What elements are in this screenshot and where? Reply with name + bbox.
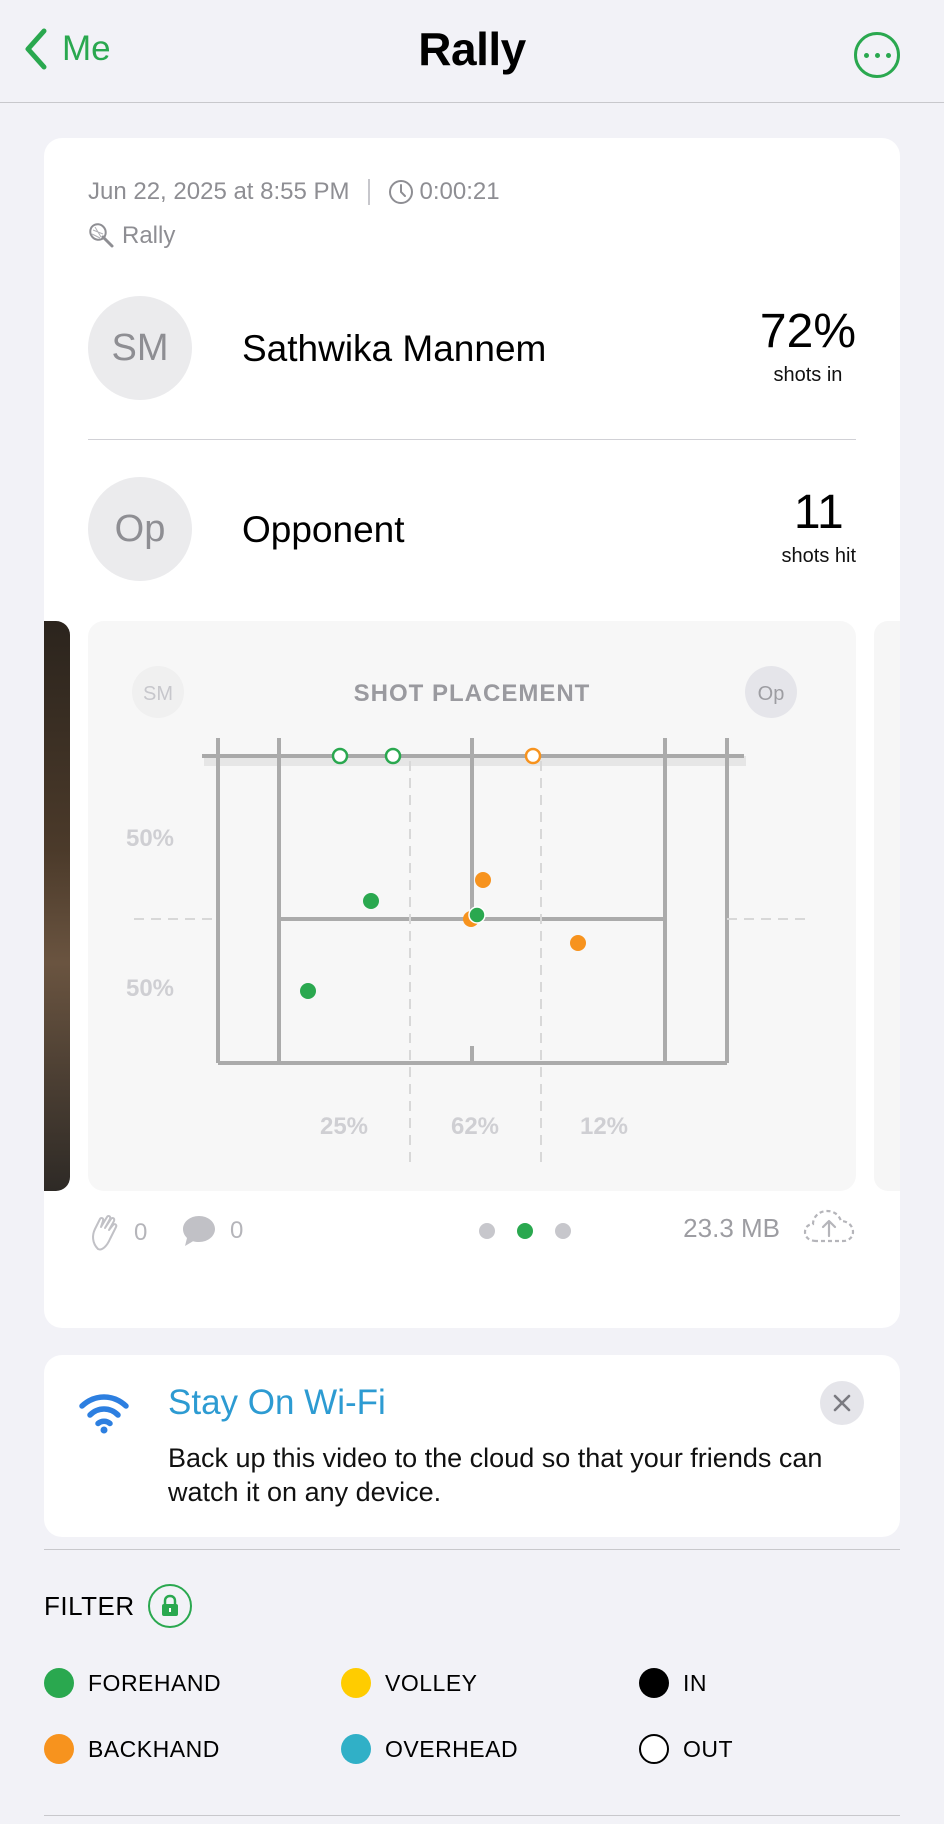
filter-backhand[interactable]: BACKHAND [44,1734,220,1764]
shot-marker-backhand [475,872,491,888]
shot-marker-forehand-out [384,747,402,765]
section-divider [44,1815,900,1816]
filter-label: OUT [683,1735,734,1762]
sport-tag-label: Rally [122,222,176,249]
nav-bar: Me Rally [0,0,944,103]
shot-marker-forehand [363,893,379,909]
shot-marker-forehand-out [331,747,349,765]
more-options-button[interactable] [854,32,900,78]
overhead-swatch [341,1734,371,1764]
avatar: SM [88,296,192,400]
filter-label: BACKHAND [88,1735,220,1762]
speech-bubble-icon [183,1216,215,1246]
shots-hit-label: shots hit [781,545,856,567]
shots-in-label: shots in [773,364,843,386]
filter-label: FOREHAND [88,1669,222,1696]
court-lines [216,738,729,1065]
player-row-opponent[interactable]: Op Opponent 11 shots hit [88,477,856,581]
page-title: Rally [418,23,526,75]
filter-overhead[interactable]: OVERHEAD [341,1734,518,1764]
carousel-page-dots[interactable] [468,1223,582,1239]
wifi-icon [79,1394,129,1434]
filter-heading: FILTER [44,1591,135,1621]
out-swatch [639,1734,669,1764]
depth-label-short: 50% [126,975,174,1002]
player-name: Sathwika Mannem [242,328,547,369]
session-card: Jun 22, 2025 at 8:55 PM 0:00:21 Rally SM… [44,138,900,1328]
section-divider [44,1549,900,1550]
clap-count: 0 [134,1219,148,1246]
session-datetime: Jun 22, 2025 at 8:55 PM [88,178,350,205]
clapping-hands-icon [92,1214,118,1251]
filter-out[interactable]: OUT [639,1734,733,1764]
filter-label: IN [683,1669,707,1696]
wifi-banner-body: Back up this video to the cloud so that … [168,1443,823,1507]
page-dot[interactable] [555,1223,571,1239]
page-dot-active[interactable] [517,1223,533,1239]
zone-label-center: 62% [451,1113,499,1140]
filter-forehand[interactable]: FOREHAND [44,1668,221,1698]
comment-count: 0 [230,1217,244,1244]
clap-button[interactable]: 0 [88,1213,147,1253]
right-player-initials: Op [758,683,785,705]
filter-lock-button[interactable] [148,1584,192,1628]
left-player-initials: SM [143,683,173,705]
clock-icon [388,180,413,204]
tennis-racket-icon [89,223,114,248]
comment-button[interactable]: 0 [180,1213,243,1249]
filter-volley[interactable]: VOLLEY [341,1668,478,1698]
close-icon [833,1394,851,1412]
file-size: 23.3 MB [683,1213,780,1243]
sport-tag: Rally [88,222,175,250]
forehand-swatch [44,1668,74,1698]
shot-placement-court: SM Op SHOT PLACEMENT 50% 50% 25% 62% 12% [126,666,812,1166]
page-dot[interactable] [479,1223,495,1239]
volley-swatch [341,1668,371,1698]
ellipsis-icon [863,52,869,58]
player-divider [88,439,856,440]
player-row-self[interactable]: SM Sathwika Mannem 72% shots in [88,296,856,400]
filter-label: VOLLEY [385,1669,478,1696]
shot-marker-backhand-out [524,747,542,765]
backhand-swatch [44,1734,74,1764]
shots-hit-value: 11 [793,486,844,539]
zone-label-left: 25% [320,1113,368,1140]
player-stat: 11 shots hit [782,485,856,568]
shot-placement-panel[interactable]: SM Op SHOT PLACEMENT 50% 50% 25% 62% 12% [88,621,856,1191]
cloud-upload-icon[interactable] [802,1205,856,1245]
in-swatch [639,1668,669,1698]
meta-divider [367,179,370,205]
shot-marker-forehand [468,906,486,924]
card-footer: 0 0 23.3 MB [88,1201,856,1257]
chart-title: SHOT PLACEMENT [354,680,591,707]
carousel-next-page[interactable] [874,621,900,1191]
wifi-banner-title: Stay On Wi-Fi [168,1383,386,1422]
dismiss-banner-button[interactable] [820,1381,864,1425]
filter-in[interactable]: IN [639,1668,707,1698]
session-meta: Jun 22, 2025 at 8:55 PM 0:00:21 [88,178,500,206]
player-stat: 72% shots in [760,304,856,387]
filter-label: OVERHEAD [385,1735,519,1762]
lock-icon [162,1594,178,1616]
zone-label-right: 12% [580,1113,628,1140]
depth-label-deep: 50% [126,825,174,852]
avatar: Op [88,477,192,581]
wifi-banner: Stay On Wi-Fi Back up this video to the … [44,1355,900,1537]
player-name: Opponent [242,509,405,550]
session-duration: 0:00:21 [419,178,500,205]
shot-marker-forehand [300,983,316,999]
shot-marker-backhand [570,935,586,951]
video-thumbnail-previous[interactable] [44,621,70,1191]
shots-in-value: 72% [759,305,856,358]
